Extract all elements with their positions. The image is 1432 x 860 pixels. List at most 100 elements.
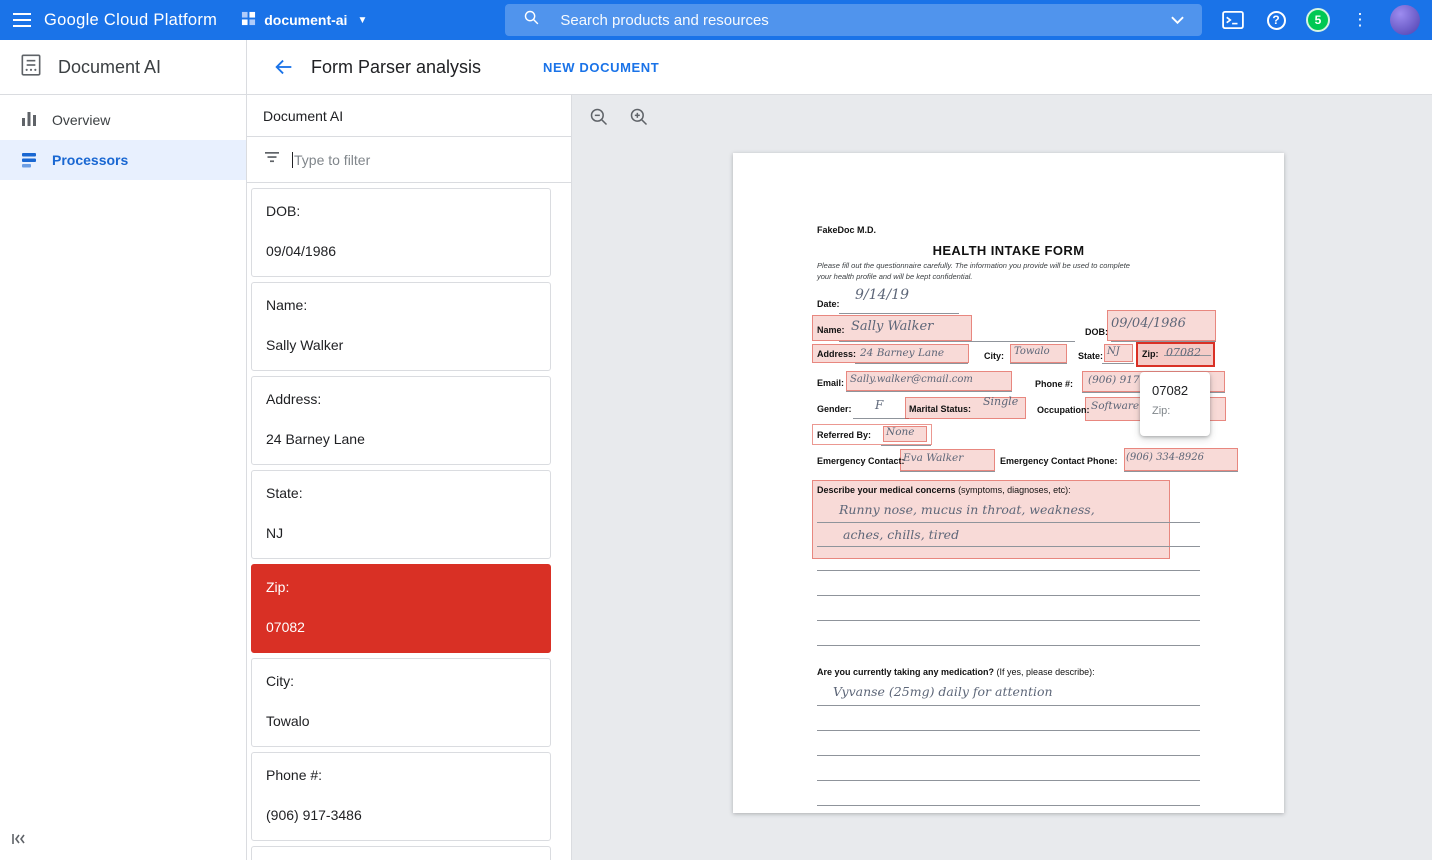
field-card-dob[interactable]: DOB: 09/04/1986 bbox=[251, 188, 551, 277]
avatar[interactable] bbox=[1390, 5, 1420, 35]
doc-intro-line1: Please fill out the questionnaire carefu… bbox=[817, 261, 1130, 270]
field-card-city[interactable]: City: Towalo bbox=[251, 658, 551, 747]
occupation-handwriting: Software bbox=[1091, 400, 1139, 412]
dob-handwriting: 09/04/1986 bbox=[1111, 316, 1186, 331]
field-card-name[interactable]: Name: Sally Walker bbox=[251, 282, 551, 371]
referred-by-label: Referred By: bbox=[817, 430, 871, 440]
doc-intro-line2: your health profile and will be kept con… bbox=[817, 272, 973, 281]
marital-status-label: Marital Status: bbox=[909, 404, 971, 414]
city-label: City: bbox=[984, 351, 1004, 361]
form-line bbox=[817, 570, 1200, 571]
form-line bbox=[817, 645, 1200, 646]
sidebar-item-processors[interactable]: Processors bbox=[0, 140, 246, 180]
field-value: Towalo bbox=[266, 713, 536, 729]
form-line bbox=[817, 805, 1200, 806]
collapse-sidebar-icon[interactable] bbox=[10, 831, 26, 852]
cloud-shell-icon[interactable] bbox=[1220, 7, 1246, 33]
email-label: Email: bbox=[817, 378, 844, 388]
form-line bbox=[1124, 471, 1238, 472]
gender-handwriting: F bbox=[875, 398, 883, 412]
back-arrow-button[interactable] bbox=[273, 56, 295, 78]
email-handwriting: Sally.walker@cmail.com bbox=[850, 374, 973, 385]
state-handwriting: NJ bbox=[1107, 346, 1120, 357]
field-value: Sally Walker bbox=[266, 337, 536, 353]
concerns-question-rest: (symptoms, diagnoses, etc): bbox=[956, 485, 1071, 495]
occupation-label: Occupation: bbox=[1037, 405, 1090, 415]
field-value: 07082 bbox=[266, 619, 536, 635]
form-line bbox=[817, 595, 1200, 596]
emergency-contact-label: Emergency Contact: bbox=[817, 456, 905, 466]
field-card-phone[interactable]: Phone #: (906) 917-3486 bbox=[251, 752, 551, 841]
product-cell: Document AI bbox=[0, 40, 247, 94]
form-line bbox=[817, 522, 1200, 523]
document-viewer: FakeDoc M.D. HEALTH INTAKE FORM Please f… bbox=[572, 95, 1432, 860]
medication-handwriting: Vyvanse (25mg) daily for attention bbox=[833, 684, 1053, 699]
filter-input[interactable]: Type to filter bbox=[247, 137, 571, 183]
field-value: 24 Barney Lane bbox=[266, 431, 536, 447]
processors-icon bbox=[20, 150, 38, 171]
document-ai-icon bbox=[18, 52, 44, 83]
field-value: NJ bbox=[266, 525, 536, 541]
form-line bbox=[817, 620, 1200, 621]
zoom-in-icon[interactable] bbox=[629, 107, 649, 132]
form-line bbox=[817, 780, 1200, 781]
state-label: State: bbox=[1078, 351, 1103, 361]
project-selector[interactable]: document-ai ▼ bbox=[241, 11, 367, 29]
dob-label: DOB: bbox=[1085, 327, 1108, 337]
address-handwriting: 24 Barney Lane bbox=[860, 347, 944, 359]
form-line bbox=[1010, 363, 1067, 364]
form-line bbox=[900, 471, 995, 472]
product-title: Document AI bbox=[58, 57, 161, 78]
project-icon bbox=[241, 11, 256, 29]
help-icon[interactable]: ? bbox=[1263, 7, 1289, 33]
sidebar-item-overview[interactable]: Overview bbox=[0, 100, 246, 140]
form-line bbox=[817, 705, 1200, 706]
document-page[interactable]: FakeDoc M.D. HEALTH INTAKE FORM Please f… bbox=[733, 153, 1284, 813]
medication-question: Are you currently taking any medication?… bbox=[817, 667, 1095, 677]
medication-question-rest: (If yes, please describe): bbox=[994, 667, 1095, 677]
form-line bbox=[817, 546, 1200, 547]
page-header: Document AI Form Parser analysis NEW DOC… bbox=[0, 40, 1432, 95]
concerns-handwriting-line1: Runny nose, mucus in throat, weakness, bbox=[839, 502, 1095, 517]
app-root: Google Cloud Platform document-ai ▼ Sear… bbox=[0, 0, 1432, 860]
emergency-phone-handwriting: (906) 334-8926 bbox=[1126, 452, 1204, 463]
form-line bbox=[1102, 363, 1134, 364]
zoom-out-icon[interactable] bbox=[589, 107, 609, 132]
new-document-button[interactable]: NEW DOCUMENT bbox=[543, 60, 659, 75]
page-cell: Form Parser analysis NEW DOCUMENT bbox=[247, 40, 1432, 94]
field-label: Address: bbox=[266, 391, 536, 407]
notifications-badge[interactable]: 5 bbox=[1306, 8, 1330, 32]
field-label: Phone #: bbox=[266, 767, 536, 783]
field-card-state[interactable]: State: NJ bbox=[251, 470, 551, 559]
field-value: 09/04/1986 bbox=[266, 243, 536, 259]
field-label: DOB: bbox=[266, 203, 536, 219]
concerns-question-bold: Describe your medical concerns bbox=[817, 485, 956, 495]
field-card-zip-selected[interactable]: Zip: 07082 bbox=[251, 564, 551, 653]
form-line bbox=[853, 418, 909, 419]
tooltip-value: 07082 bbox=[1152, 383, 1198, 398]
date-handwriting: 9/14/19 bbox=[855, 287, 909, 303]
search-bar[interactable]: Search products and resources bbox=[505, 4, 1202, 36]
doc-clinic-name: FakeDoc M.D. bbox=[817, 225, 876, 235]
referred-by-handwriting: None bbox=[886, 426, 915, 438]
tooltip-label: Zip: bbox=[1152, 405, 1198, 417]
field-label: City: bbox=[266, 673, 536, 689]
field-card-partial[interactable] bbox=[251, 846, 551, 860]
date-label: Date: bbox=[817, 299, 840, 309]
search-chevron-icon[interactable] bbox=[1171, 11, 1184, 29]
more-vert-icon[interactable]: ⋮ bbox=[1347, 7, 1373, 33]
search-placeholder: Search products and resources bbox=[560, 12, 1171, 29]
medication-question-bold: Are you currently taking any medication? bbox=[817, 667, 994, 677]
field-label: Name: bbox=[266, 297, 536, 313]
zip-label: Zip: bbox=[1142, 349, 1159, 359]
form-line bbox=[839, 341, 1075, 342]
hamburger-menu-icon[interactable] bbox=[0, 13, 44, 27]
form-line bbox=[881, 445, 931, 446]
gender-label: Gender: bbox=[817, 404, 852, 414]
form-line bbox=[817, 755, 1200, 756]
fields-panel-title: Document AI bbox=[247, 95, 571, 137]
phone-label: Phone #: bbox=[1035, 379, 1073, 389]
field-card-address[interactable]: Address: 24 Barney Lane bbox=[251, 376, 551, 465]
brand-logo[interactable]: Google Cloud Platform bbox=[44, 11, 217, 30]
project-name: document-ai bbox=[264, 12, 347, 28]
